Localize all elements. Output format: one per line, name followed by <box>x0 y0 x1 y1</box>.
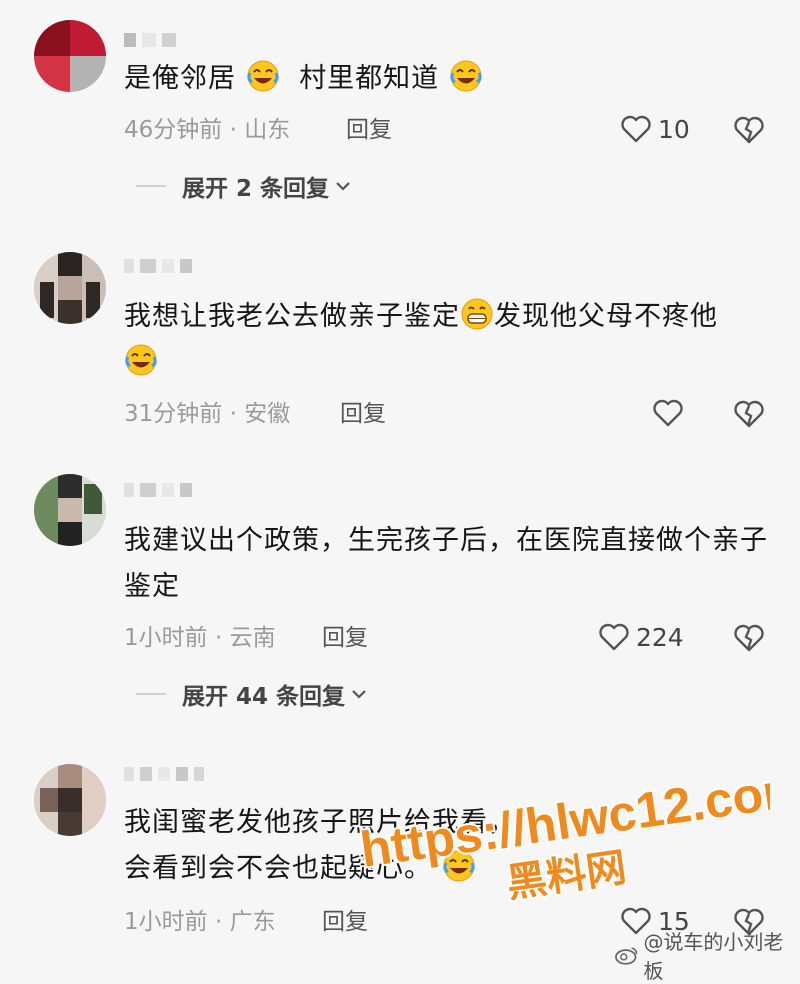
broken-heart-icon[interactable] <box>732 621 766 655</box>
watermark: https://hlwc12.com 黑料网 <box>355 760 770 909</box>
expand-replies-button[interactable]: 展开 2 条回复 <box>136 170 351 202</box>
laugh-cry-emoji <box>246 60 279 92</box>
avatar[interactable] <box>34 474 106 546</box>
broken-heart-icon[interactable] <box>732 113 766 147</box>
chevron-down-icon <box>352 690 366 699</box>
avatar[interactable] <box>34 20 106 92</box>
username-blurred[interactable] <box>124 482 192 498</box>
credit-text: @说车的小刘老板 <box>643 930 784 983</box>
comment-meta: 31分钟前 · 安徽 <box>124 401 291 427</box>
like-button[interactable] <box>652 396 690 430</box>
expand-replies-button[interactable]: 展开 44 条回复 <box>136 678 367 710</box>
broken-heart-icon[interactable] <box>732 397 766 431</box>
comment-text: 我建议出个政策，生完孩子后，在医院直接做个亲子鉴定 <box>124 525 768 602</box>
heart-icon <box>653 399 683 427</box>
heart-icon <box>599 623 629 651</box>
comment-meta: 1小时前 · 广东 <box>124 909 276 935</box>
comment-text: 我想让我老公去做亲子鉴定 发现他父母不疼他 <box>124 294 774 386</box>
like-count: 10 <box>658 114 690 144</box>
avatar[interactable] <box>34 252 106 324</box>
comment-meta: 1小时前 · 云南 <box>124 625 276 651</box>
username-blurred[interactable] <box>124 766 204 782</box>
like-button[interactable]: 10 <box>620 112 690 146</box>
reply-button[interactable]: 回复 <box>322 622 368 654</box>
weibo-icon <box>615 947 638 965</box>
like-count: 224 <box>636 622 684 652</box>
username-blurred[interactable] <box>124 258 192 274</box>
chevron-down-icon <box>336 182 350 191</box>
reply-button[interactable]: 回复 <box>340 398 386 430</box>
credit: @说车的小刘老板 <box>614 926 800 984</box>
laugh-cry-emoji <box>450 60 482 92</box>
grin-emoji <box>461 298 493 330</box>
heart-icon <box>621 115 651 143</box>
reply-button[interactable]: 回复 <box>346 114 392 146</box>
like-button[interactable]: 224 <box>598 620 684 654</box>
username-blurred[interactable] <box>124 32 176 48</box>
laugh-cry-emoji <box>125 344 157 376</box>
avatar[interactable] <box>34 764 106 836</box>
comment-meta: 46分钟前 · 山东 <box>124 117 291 143</box>
comment-text: 是俺邻居 村里都知道 <box>124 56 774 102</box>
